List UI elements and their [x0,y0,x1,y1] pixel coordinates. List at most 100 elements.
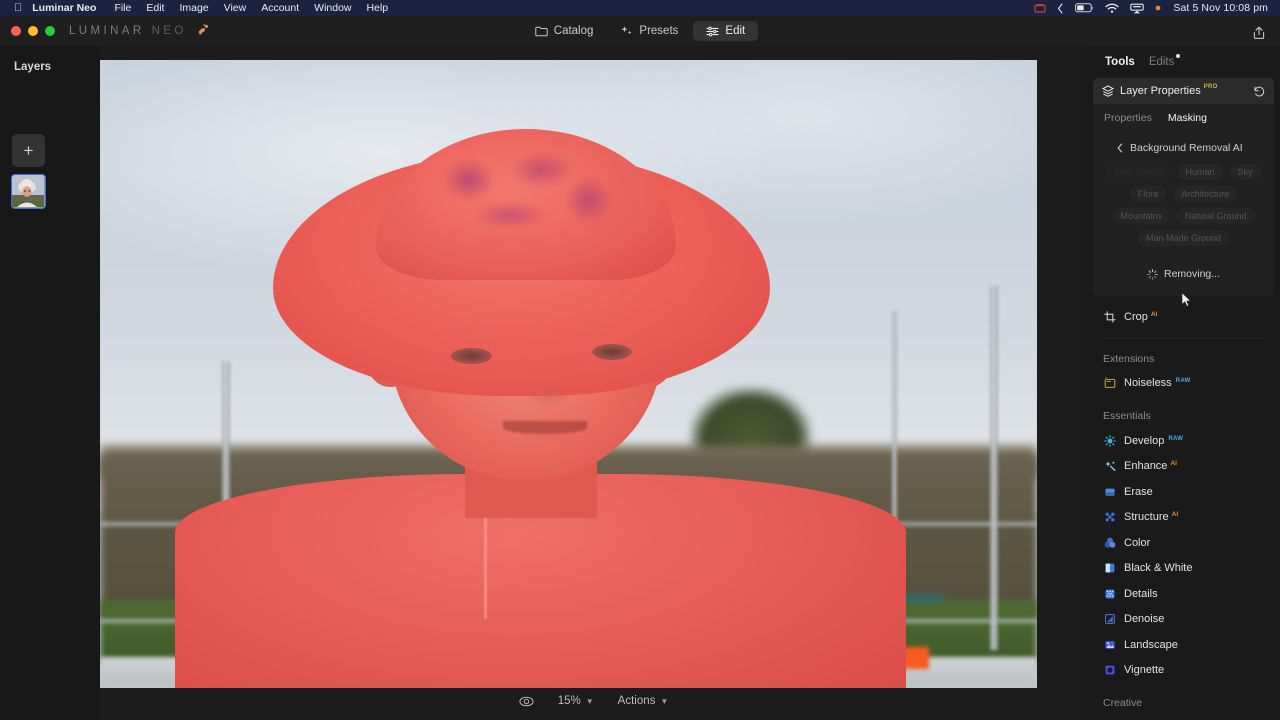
tool-structure[interactable]: Structure AI [1087,505,1280,531]
plus-icon: + [23,141,34,160]
spinner-icon [1147,268,1158,280]
tool-landscape[interactable]: Landscape [1087,632,1280,658]
tab-edit[interactable]: Edit [693,21,759,41]
chip-natural-ground[interactable]: Natural Ground [1176,208,1255,224]
chip-main-object[interactable]: Main Object [1106,164,1171,180]
zoom-level-selector[interactable]: 15% ▼ [558,695,594,707]
noiseless-icon: P [1103,377,1116,390]
chip-flora[interactable]: Flora [1129,186,1167,202]
share-icon[interactable] [1250,23,1268,41]
battery-icon[interactable] [1075,3,1094,13]
ai-badge: AI [1150,310,1158,318]
tool-black-and-white-label: Black & White [1124,562,1193,575]
develop-icon [1103,434,1116,447]
color-icon [1103,536,1116,549]
menu-item-file[interactable]: File [114,2,131,14]
tool-enhance-label: Enhance [1124,460,1168,473]
tab-edits-label: Edits [1148,56,1175,68]
eye-compare-icon [519,696,534,707]
tab-presets-label: Presets [639,25,679,37]
subject-eye-left [451,347,492,364]
chip-man-made-ground[interactable]: Man Made Ground [1137,230,1230,246]
masked-subject-overlay [100,60,1037,688]
structure-icon [1103,511,1116,524]
edited-photo[interactable] [100,60,1037,688]
tool-vignette[interactable]: Vignette [1087,658,1280,684]
menu-item-image[interactable]: Image [179,2,208,14]
chip-sky[interactable]: Sky [1229,164,1261,180]
background-removal-back-button[interactable]: Background Removal AI [1093,136,1274,164]
layer-thumbnail[interactable] [11,174,46,209]
menu-item-view[interactable]: View [224,2,247,14]
menu-item-window[interactable]: Window [314,2,351,14]
tool-enhance[interactable]: Enhance AI [1087,454,1280,480]
tool-black-and-white[interactable]: Black & White [1087,556,1280,582]
folder-icon [535,26,548,37]
wifi-icon[interactable] [1105,3,1120,14]
brand-logo: LUMINAR NEO [69,23,210,39]
apple-icon[interactable]:  [14,2,22,14]
control-center-chevron-icon[interactable] [1057,2,1064,14]
macos-menu-bar:  Luminar Neo File Edit Image View Accou… [0,0,1280,16]
layer-properties-header[interactable]: Layer Properties PRO [1093,78,1274,104]
tool-crop[interactable]: Crop AI [1087,304,1280,330]
layers-panel-title: Layers [14,61,52,73]
crop-icon [1103,310,1116,323]
chip-architecture[interactable]: Architecture [1173,186,1238,202]
close-window-button[interactable] [11,26,21,36]
luminar-neo-window:  Luminar Neo File Edit Image View Accou… [0,0,1280,720]
actions-label: Actions [617,695,656,707]
layers-sidebar: Layers + [0,46,100,720]
tool-noiseless-label: Noiseless [1124,377,1172,390]
tool-denoise[interactable]: Denoise [1087,607,1280,633]
vignette-icon [1103,664,1116,677]
details-icon [1103,587,1116,600]
window-traffic-lights [11,26,55,36]
chip-human[interactable]: Human [1177,164,1223,180]
tool-structure-label: Structure [1124,511,1169,524]
chip-mountains[interactable]: Mountains [1112,208,1170,224]
tool-develop-label: Develop [1124,434,1165,447]
group-essentials: Essentials [1103,410,1151,422]
tool-color[interactable]: Color [1087,530,1280,556]
tab-tools-label: Tools [1105,56,1135,68]
luminar-logo-icon [194,23,210,39]
masking-body: Background Removal AI Main Object Human … [1093,130,1274,296]
canvas-bottom-bar: 15% ▼ Actions ▼ [100,682,1087,720]
chevron-down-icon: ▼ [585,696,594,706]
screen-recording-icon[interactable] [1034,3,1046,14]
tool-noiseless[interactable]: P Noiseless RAW [1087,371,1280,397]
revert-arrow-icon[interactable] [1253,86,1265,97]
menu-item-account[interactable]: Account [261,2,299,14]
tool-color-label: Color [1124,536,1151,549]
ai-badge: AI [1171,511,1179,519]
tool-crop-label: Crop [1124,310,1148,323]
tab-catalog[interactable]: Catalog [522,21,607,41]
tools-panel: Tools Edits Layer Properties PRO Propert… [1087,46,1280,720]
airplay-icon[interactable] [1130,3,1145,14]
subtab-properties[interactable]: Properties [1104,112,1152,124]
subtab-masking[interactable]: Masking [1168,112,1207,124]
tool-develop[interactable]: Develop RAW [1087,428,1280,454]
tool-list: Crop AI Extensions P Noiseless RAW Essenti… [1087,304,1280,720]
tool-vignette-label: Vignette [1124,664,1165,677]
tab-edits[interactable]: Edits [1148,54,1181,68]
tool-details[interactable]: Details [1087,581,1280,607]
layers-icon [1102,85,1114,97]
compare-preview-button[interactable] [519,696,534,707]
add-layer-button[interactable]: + [12,134,45,167]
tab-presets[interactable]: Presets [608,21,691,41]
enhance-icon [1103,460,1116,473]
menu-item-help[interactable]: Help [367,2,389,14]
menu-app-name[interactable]: Luminar Neo [32,2,96,14]
layer-properties-card: Layer Properties PRO Properties Masking … [1093,78,1274,296]
maximize-window-button[interactable] [45,26,55,36]
minimize-window-button[interactable] [28,26,38,36]
tool-erase[interactable]: Erase [1087,479,1280,505]
menu-item-edit[interactable]: Edit [146,2,164,14]
canvas-area[interactable] [100,46,1087,720]
actions-menu-button[interactable]: Actions ▼ [618,695,669,707]
tab-tools[interactable]: Tools [1105,56,1135,68]
menubar-clock[interactable]: Sat 5 Nov 10:08 pm [1173,2,1268,14]
zoom-level-value: 15% [557,695,581,707]
